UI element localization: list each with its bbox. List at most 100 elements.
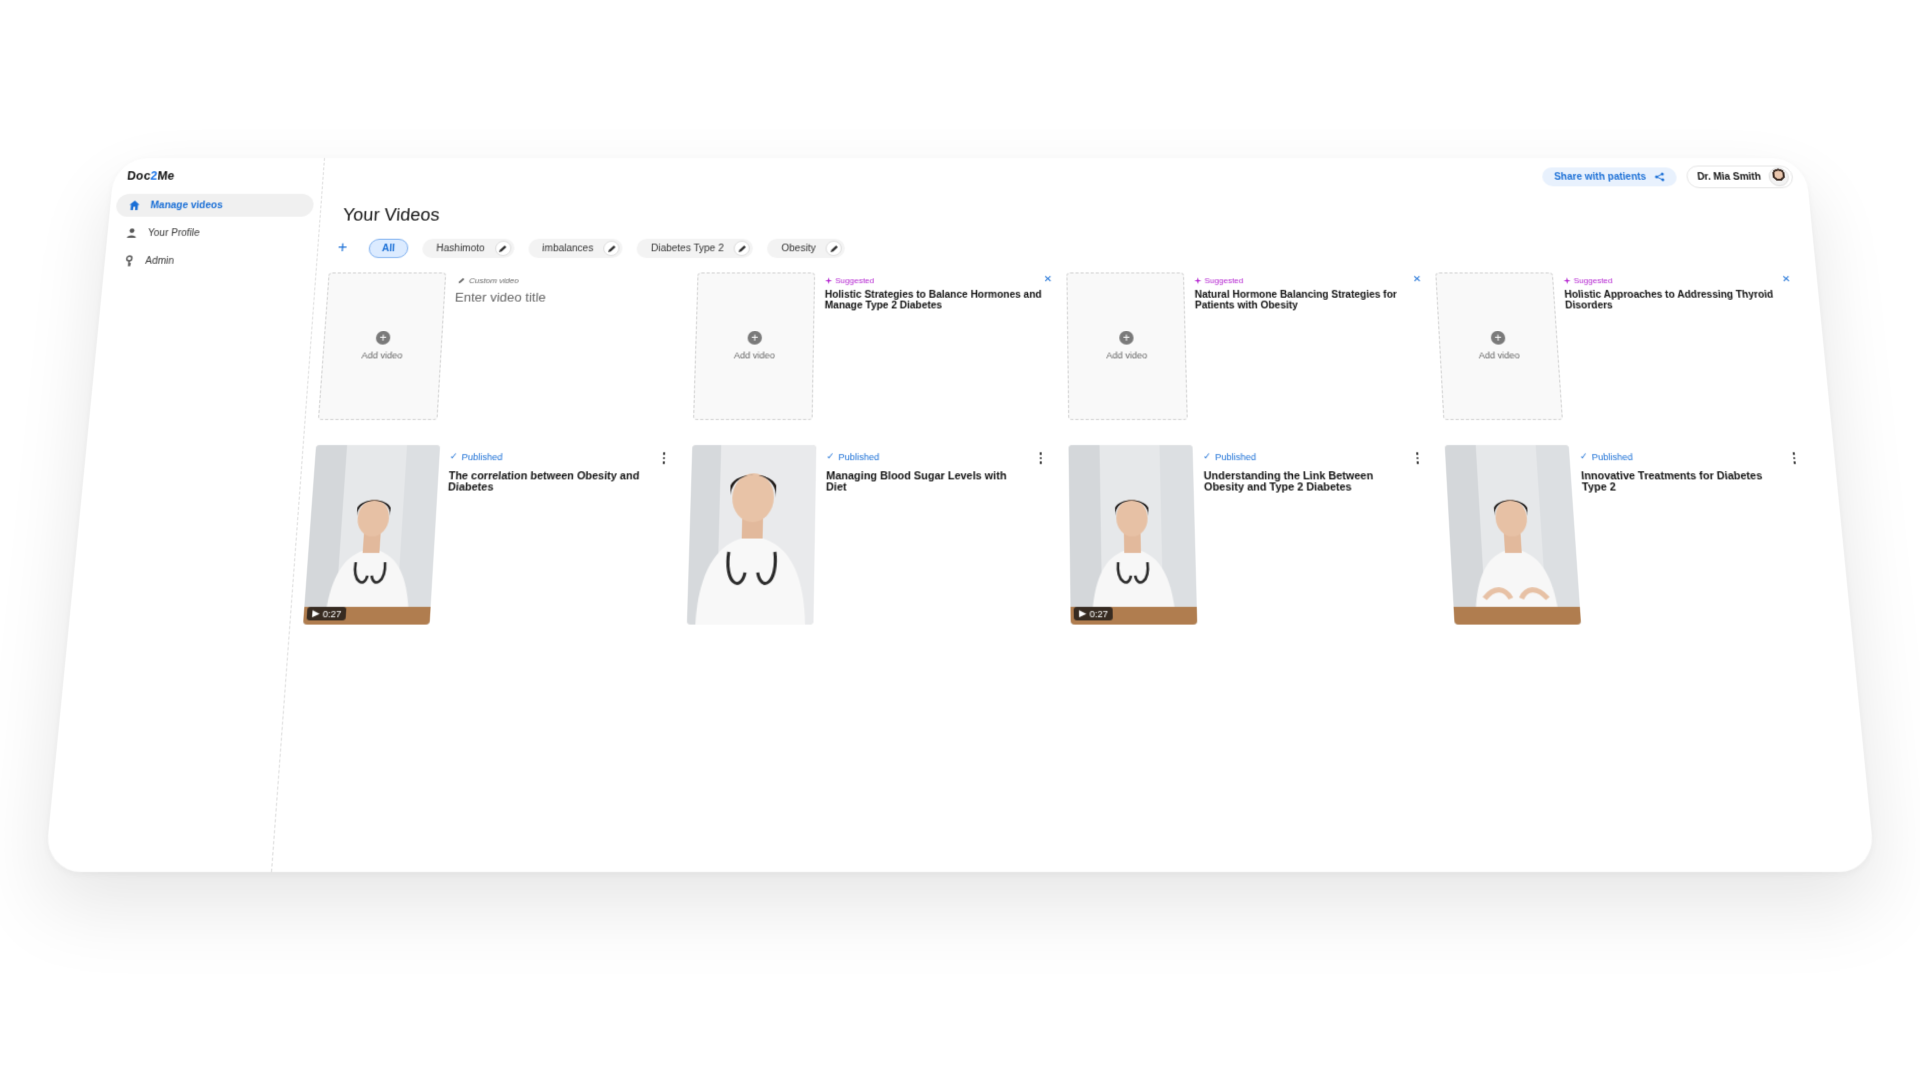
add-filter-button[interactable]: + xyxy=(330,238,356,259)
tag-label: Suggested xyxy=(835,276,875,286)
person-icon xyxy=(126,228,137,238)
edit-filter-button[interactable] xyxy=(603,240,620,257)
tag-label: Suggested xyxy=(1573,276,1613,286)
filter-label: imbalances xyxy=(541,243,594,254)
doctor-image xyxy=(1068,445,1198,625)
add-video-dropzone[interactable]: + Add video xyxy=(1435,272,1563,420)
add-video-dropzone[interactable]: + Add video xyxy=(1066,272,1188,420)
plus-circle-icon: + xyxy=(747,330,763,345)
add-video-dropzone[interactable]: + Add video xyxy=(317,272,447,420)
sidebar-item-label: Admin xyxy=(144,255,175,267)
video-title: Understanding the Link Between Obesity a… xyxy=(1203,470,1374,494)
status-badge: ✓ Published xyxy=(449,451,503,462)
status-label: Published xyxy=(461,451,503,462)
sidebar-nav: Manage videos Your Profile Admin xyxy=(109,193,315,277)
video-title: Managing Blood Sugar Levels with Diet xyxy=(825,470,1007,494)
plus-circle-icon: + xyxy=(1490,330,1506,345)
sparkle-icon xyxy=(825,277,833,285)
add-video-label: Add video xyxy=(733,350,775,361)
add-video-label: Add video xyxy=(1106,350,1148,361)
more-options-button[interactable] xyxy=(1788,451,1800,465)
filter-label: Obesity xyxy=(781,243,816,254)
published-videos-row: ▶ 0:27 ✓ Published The correlation between… xyxy=(303,445,1821,625)
suggested-title: Natural Hormone Balancing Strategies for… xyxy=(1194,289,1398,312)
filter-label: Hashimoto xyxy=(435,243,485,254)
tag-label: Custom video xyxy=(468,276,519,286)
sidebar-item-label: Manage videos xyxy=(150,200,224,211)
suggested-video-card: + Add video Suggested ✕ Holistic Approac… xyxy=(1435,272,1810,420)
status-label: Published xyxy=(1591,451,1634,462)
add-video-dropzone[interactable]: + Add video xyxy=(693,272,816,420)
sidebar: Doc2Me Manage videos Your Profile Admin xyxy=(44,158,326,872)
video-title: Innovative Treatments for Diabetes Type … xyxy=(1580,470,1763,494)
doctor-image xyxy=(686,445,817,625)
plus-circle-icon: + xyxy=(1119,330,1134,345)
pencil-icon xyxy=(498,244,507,252)
doctor-image xyxy=(303,445,441,625)
check-icon: ✓ xyxy=(449,451,458,462)
app-window: Doc2Me Manage videos Your Profile Admin … xyxy=(44,158,1876,872)
tag-label: Suggested xyxy=(1204,276,1244,286)
suggested-tag: Suggested xyxy=(825,276,874,285)
sidebar-item-manage-videos[interactable]: Manage videos xyxy=(115,193,315,217)
video-card: ✓ Published Managing Blood Sugar Levels w… xyxy=(686,445,1062,625)
filter-chip-diabetes-type-2[interactable]: Diabetes Type 2 xyxy=(636,238,754,259)
key-icon xyxy=(123,255,136,267)
more-options-button[interactable] xyxy=(1412,451,1423,465)
status-badge: ✓ Published xyxy=(826,451,879,462)
video-thumbnail[interactable] xyxy=(1444,445,1582,625)
status-badge: ✓ Published xyxy=(1580,451,1634,462)
filter-label: All xyxy=(381,243,396,254)
status-badge: ✓ Published xyxy=(1203,451,1256,462)
filter-chip-obesity[interactable]: Obesity xyxy=(767,238,846,259)
custom-video-card: + Add video Custom video xyxy=(317,272,689,420)
check-icon: ✓ xyxy=(1203,451,1212,462)
video-title-input[interactable] xyxy=(454,289,659,305)
duration-label: 0:27 xyxy=(322,608,342,619)
video-duration-badge: ▶ 0:27 xyxy=(1073,606,1114,621)
main-content: Your Videos + All Hashimoto imbalances D… xyxy=(285,158,1875,872)
add-video-label: Add video xyxy=(361,350,403,361)
more-options-button[interactable] xyxy=(659,451,670,465)
home-icon xyxy=(128,200,140,211)
status-label: Published xyxy=(1215,451,1257,462)
more-options-button[interactable] xyxy=(1035,451,1045,465)
video-thumbnail[interactable]: ▶ 0:27 xyxy=(1068,445,1198,625)
video-card: ✓ Published Innovative Treatments for Dia… xyxy=(1444,445,1830,625)
video-card: ▶ 0:27 ✓ Published Understanding the Link … xyxy=(1068,445,1447,625)
duration-label: 0:27 xyxy=(1089,608,1109,619)
suggested-tag: Suggested xyxy=(1563,276,1613,285)
filter-chip-hashimoto[interactable]: Hashimoto xyxy=(421,238,515,259)
check-icon: ✓ xyxy=(826,451,835,462)
pencil-icon xyxy=(738,244,746,252)
custom-video-tag: Custom video xyxy=(458,276,519,285)
pencil-icon xyxy=(458,278,465,284)
check-icon: ✓ xyxy=(1579,451,1589,462)
filter-chip-imbalances[interactable]: imbalances xyxy=(527,238,624,259)
filter-label: Diabetes Type 2 xyxy=(650,243,724,254)
video-title: The correlation between Obesity and Diab… xyxy=(447,470,640,494)
dismiss-suggestion-button[interactable]: ✕ xyxy=(1044,274,1053,285)
status-label: Published xyxy=(838,451,880,462)
dismiss-suggestion-button[interactable]: ✕ xyxy=(1782,274,1792,285)
suggested-video-card: + Add video Suggested ✕ Natural Hormone … xyxy=(1066,272,1435,420)
app-logo: Doc2Me xyxy=(126,169,176,183)
video-thumbnail[interactable] xyxy=(686,445,817,625)
draft-videos-row: + Add video Custom video + Add video xyxy=(317,272,1802,420)
video-card: ▶ 0:27 ✓ Published The correlation between… xyxy=(303,445,684,625)
sidebar-item-your-profile[interactable]: Your Profile xyxy=(113,222,313,245)
video-duration-badge: ▶ 0:27 xyxy=(306,606,347,621)
sidebar-item-admin[interactable]: Admin xyxy=(110,249,310,272)
edit-filter-button[interactable] xyxy=(494,240,512,257)
sparkle-icon xyxy=(1563,277,1571,285)
filter-chip-all[interactable]: All xyxy=(368,238,409,259)
sidebar-item-label: Your Profile xyxy=(147,227,201,239)
suggested-video-card: + Add video Suggested ✕ Holistic Strateg… xyxy=(693,272,1060,420)
page-title: Your Videos xyxy=(342,205,441,225)
filter-bar: + All Hashimoto imbalances Diabetes Type… xyxy=(330,238,846,259)
video-thumbnail[interactable]: ▶ 0:27 xyxy=(303,445,441,625)
edit-filter-button[interactable] xyxy=(825,240,843,257)
suggested-tag: Suggested xyxy=(1194,276,1243,285)
dismiss-suggestion-button[interactable]: ✕ xyxy=(1413,274,1422,285)
edit-filter-button[interactable] xyxy=(733,240,751,257)
